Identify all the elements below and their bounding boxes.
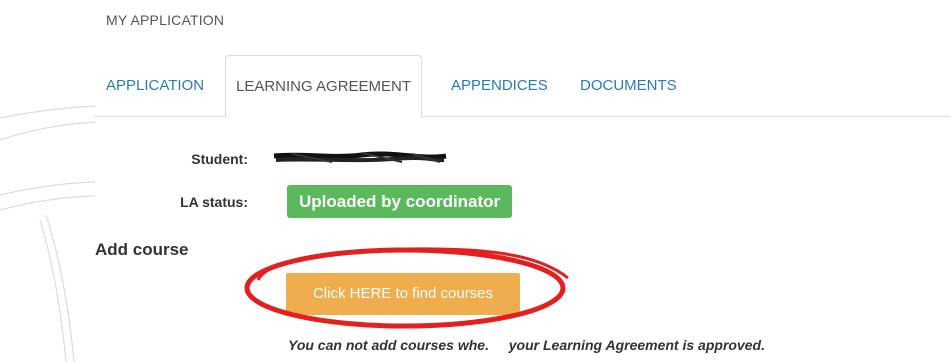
redacted-student-name bbox=[273, 151, 447, 163]
tab-bar-divider bbox=[94, 116, 951, 117]
find-courses-button[interactable]: Click HERE to find courses bbox=[286, 273, 520, 315]
notice-part-1: You can not add courses whe. bbox=[288, 337, 489, 353]
approval-notice: You can not add courses whe. your Learni… bbox=[288, 337, 765, 353]
student-label: Student: bbox=[191, 151, 248, 167]
page-title: MY APPLICATION bbox=[106, 12, 225, 28]
tab-documents[interactable]: DOCUMENTS bbox=[580, 55, 677, 116]
notice-part-2: your Learning Agreement is approved. bbox=[508, 337, 765, 353]
tab-bar: APPLICATION LEARNING AGREEMENT APPENDICE… bbox=[94, 55, 951, 118]
tab-application[interactable]: APPLICATION bbox=[106, 55, 204, 116]
tab-learning-agreement[interactable]: LEARNING AGREEMENT bbox=[225, 55, 423, 118]
add-course-heading: Add course bbox=[95, 240, 189, 259]
la-status-badge: Uploaded by coordinator bbox=[287, 185, 513, 218]
la-status-label: LA status: bbox=[180, 194, 248, 210]
tab-appendices[interactable]: APPENDICES bbox=[451, 55, 548, 116]
